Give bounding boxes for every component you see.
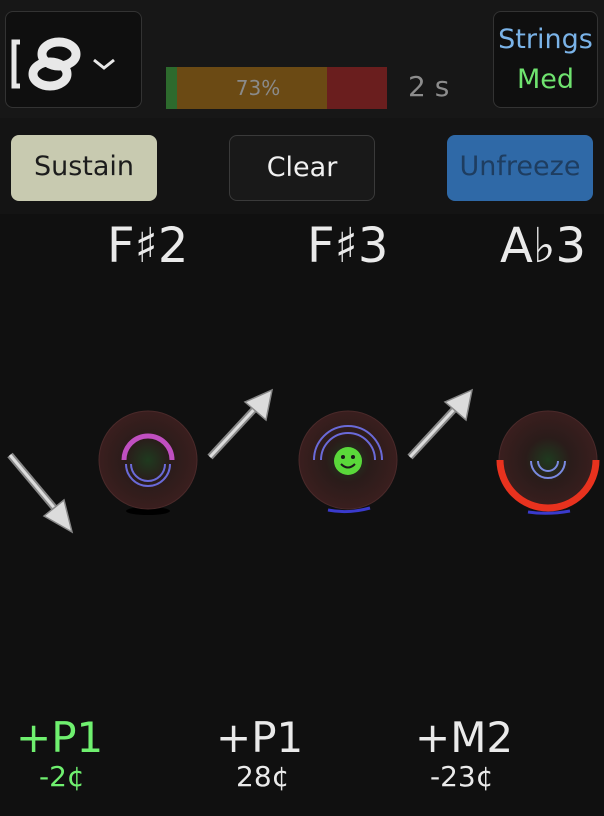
smiley-face-icon	[334, 447, 362, 475]
cents-label-2: 28¢	[236, 760, 290, 793]
interval-label-2: +P1	[216, 713, 304, 762]
cents-label-1: -2¢	[39, 760, 85, 793]
arrow-up-icon	[207, 388, 274, 460]
cents-label-3: -23¢	[430, 760, 494, 793]
tuning-dial-2	[298, 410, 398, 514]
tuning-dial-3	[496, 410, 600, 515]
arrow-up-icon	[407, 388, 474, 460]
tuning-dial-1	[98, 410, 198, 515]
arrow-down-icon	[7, 452, 74, 534]
interval-label-1: +P1	[16, 713, 104, 762]
tuning-visualization	[7, 388, 600, 534]
interval-label-3: +M2	[415, 713, 514, 762]
